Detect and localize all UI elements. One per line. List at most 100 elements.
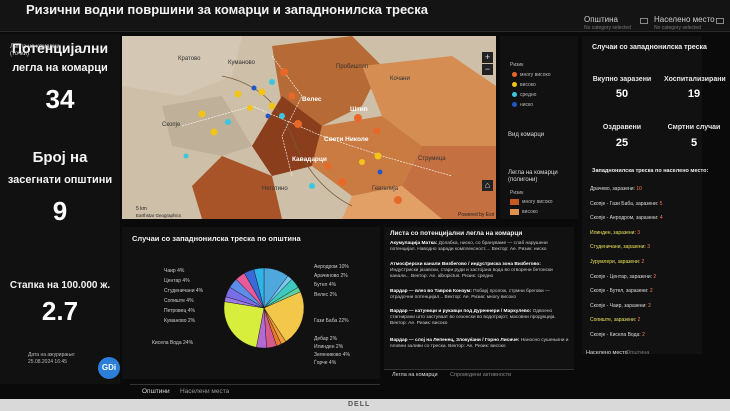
- map-point[interactable]: [373, 127, 381, 135]
- by-place-title: Западнонилска треска по населено место:: [592, 168, 709, 174]
- map-city-label: Свети Николе: [324, 136, 369, 143]
- legend-title-species: Вид комарци: [508, 132, 545, 138]
- map-scale: 5 km: [136, 206, 147, 212]
- map-point[interactable]: [251, 85, 257, 91]
- map-point[interactable]: [288, 92, 296, 100]
- map-point[interactable]: [354, 114, 362, 122]
- settlement-row[interactable]: Драчево, заразени: 10: [590, 186, 696, 192]
- map-point[interactable]: [280, 68, 288, 76]
- zoom-out-button[interactable]: −: [482, 64, 493, 75]
- tab-settlement[interactable]: Населено место: [586, 350, 628, 356]
- settlement-name: Скопје - Бутел, заразени:: [590, 288, 650, 295]
- settlement-count: 10: [636, 186, 642, 192]
- map-attribution: Earthstar Geographics: [136, 213, 182, 218]
- map-point[interactable]: [394, 196, 402, 204]
- legend-risk-label-2: Ризик: [510, 190, 524, 196]
- list-item[interactable]: Вардар — слој на Лепенец, Злокуќани / Го…: [390, 338, 570, 350]
- settlement-row[interactable]: Скопје - Кисела Вода: 2: [590, 332, 696, 338]
- settlement-count: 2: [642, 332, 645, 338]
- settlement-name: Сопиште, заразени:: [590, 317, 638, 324]
- settlement-row[interactable]: Скопје - Гази Баба, заразени: 5: [590, 201, 696, 207]
- pie-slice-label: Куманово 2%: [164, 318, 196, 324]
- hospitalized-value: 19: [687, 88, 701, 100]
- total-infected-label: Вкупно заразени: [592, 76, 652, 83]
- list-item[interactable]: Акумулација Матка: Долабка, ниско, со бр…: [390, 241, 570, 253]
- legend-risk-label: Ризик: [510, 62, 524, 68]
- settlement-row[interactable]: Илинден, заразени: 3: [590, 230, 696, 236]
- home-extent-button[interactable]: ⌂: [482, 180, 493, 191]
- legend-dot-high: [512, 82, 517, 87]
- settlement-name: Скопје - Центар, заразени:: [590, 273, 654, 280]
- map-point[interactable]: [268, 102, 276, 110]
- map-point[interactable]: [265, 113, 271, 119]
- filter-toggle-icon[interactable]: [640, 18, 648, 24]
- legend-title-polygons: Легла на комарци (полигони): [508, 170, 558, 183]
- tab-municipalities[interactable]: Општини: [142, 388, 170, 395]
- pie-slice-label: Ѓорче 4%: [314, 360, 337, 366]
- pie-chart[interactable]: [214, 258, 314, 358]
- legend-item: многу високо: [520, 72, 551, 78]
- tab-settlements[interactable]: Населени места: [180, 388, 229, 395]
- map-city-label: Велес: [302, 96, 322, 103]
- update-label: Дата на ажурирање:: [28, 352, 76, 358]
- list-item[interactable]: Атмосферски канали Визбегово / индустрис…: [390, 262, 570, 280]
- map-point[interactable]: [338, 178, 346, 186]
- legend-dot-medium: [512, 92, 517, 97]
- zoom-in-button[interactable]: +: [482, 52, 493, 63]
- list-item[interactable]: Вардар — влез во Тавров Конзум: Побарј п…: [390, 289, 570, 301]
- map-place-label: Струмица: [418, 156, 446, 162]
- map-point[interactable]: [377, 169, 383, 175]
- settlement-filter[interactable]: Населено место No category selected: [654, 15, 715, 31]
- map-point[interactable]: [198, 110, 206, 118]
- map-point[interactable]: [225, 119, 231, 125]
- page-title: Ризични водни површини за комарци и запа…: [26, 2, 428, 17]
- settlement-row[interactable]: Скопје - Бутел, заразени: 2: [590, 288, 696, 294]
- map-point[interactable]: [279, 113, 285, 119]
- map-point[interactable]: [234, 90, 242, 98]
- settlement-row[interactable]: Скопје - Аеродром, заразени: 4: [590, 215, 696, 221]
- settlement-row[interactable]: Скопје - Центар, заразени: 2: [590, 274, 696, 280]
- map-view[interactable]: Кратово Куманово Скопје Велес Штип Кочан…: [122, 36, 496, 219]
- map-point[interactable]: [309, 183, 315, 189]
- list-item-heading: Вардар — катуници и рукавци под Дуреннер…: [390, 309, 533, 314]
- map-point[interactable]: [247, 105, 253, 111]
- tab-activities[interactable]: Спроведени активности: [450, 372, 511, 378]
- pie-slice-label: Арачиново 2%: [314, 273, 348, 279]
- map-city-label: Штип: [350, 106, 368, 113]
- list-item-heading: Вардар — влез во Тавров Конзум:: [390, 289, 474, 294]
- map-point[interactable]: [324, 162, 332, 170]
- settlement-row[interactable]: Скопје - Чаир, заразени: 2: [590, 303, 696, 309]
- tab-municipality[interactable]: Општина: [626, 350, 649, 356]
- settlement-row[interactable]: Јурумлери, заразени: 2: [590, 259, 696, 265]
- map-point[interactable]: [294, 120, 302, 128]
- deaths-label: Смртни случаи: [667, 124, 721, 131]
- settlement-count: 3: [647, 244, 650, 251]
- settlement-row[interactable]: Сопиште, заразени: 2: [590, 317, 696, 323]
- municipality-filter[interactable]: Општина No category selected: [584, 15, 631, 31]
- pie-slice-label: Дебар 2%: [314, 336, 338, 342]
- map-point[interactable]: [258, 88, 266, 96]
- map-point[interactable]: [269, 79, 275, 85]
- recovered-label: Оздравени: [602, 124, 642, 131]
- settlement-count: 2: [637, 317, 641, 324]
- settlement-count: 4: [659, 215, 663, 222]
- legend-item: средно: [520, 92, 537, 98]
- map-place-label: Гевгелија: [372, 186, 399, 192]
- map-point[interactable]: [359, 159, 365, 165]
- tab-breeding-sites[interactable]: Легла на комарци: [392, 372, 438, 378]
- list-tabs: Легла на комарци Спроведени активности: [384, 369, 574, 380]
- map-point[interactable]: [183, 153, 189, 159]
- map-point[interactable]: [374, 152, 382, 160]
- map-point[interactable]: [210, 128, 218, 136]
- settlement-name: Скопје - Кисела Вода:: [590, 332, 643, 338]
- filter-toggle-icon[interactable]: [716, 18, 724, 24]
- pie-slice-label: Центар 4%: [164, 278, 190, 284]
- list-item[interactable]: Вардар — катуници и рукавци под Дуреннер…: [390, 309, 570, 327]
- legend-item: ниско: [520, 102, 534, 108]
- pie-slice-label: Бутел 4%: [314, 282, 337, 288]
- map-powered-by[interactable]: Powered by Esri: [458, 212, 494, 218]
- cases-title: Случаи со западнонилска треска: [592, 44, 707, 51]
- settlement-filter-hint: No category selected: [654, 25, 701, 31]
- pie-title: Случаи со западнонилска треска по општин…: [132, 234, 301, 243]
- settlement-row[interactable]: Студеничани, заразени: 3: [590, 244, 696, 250]
